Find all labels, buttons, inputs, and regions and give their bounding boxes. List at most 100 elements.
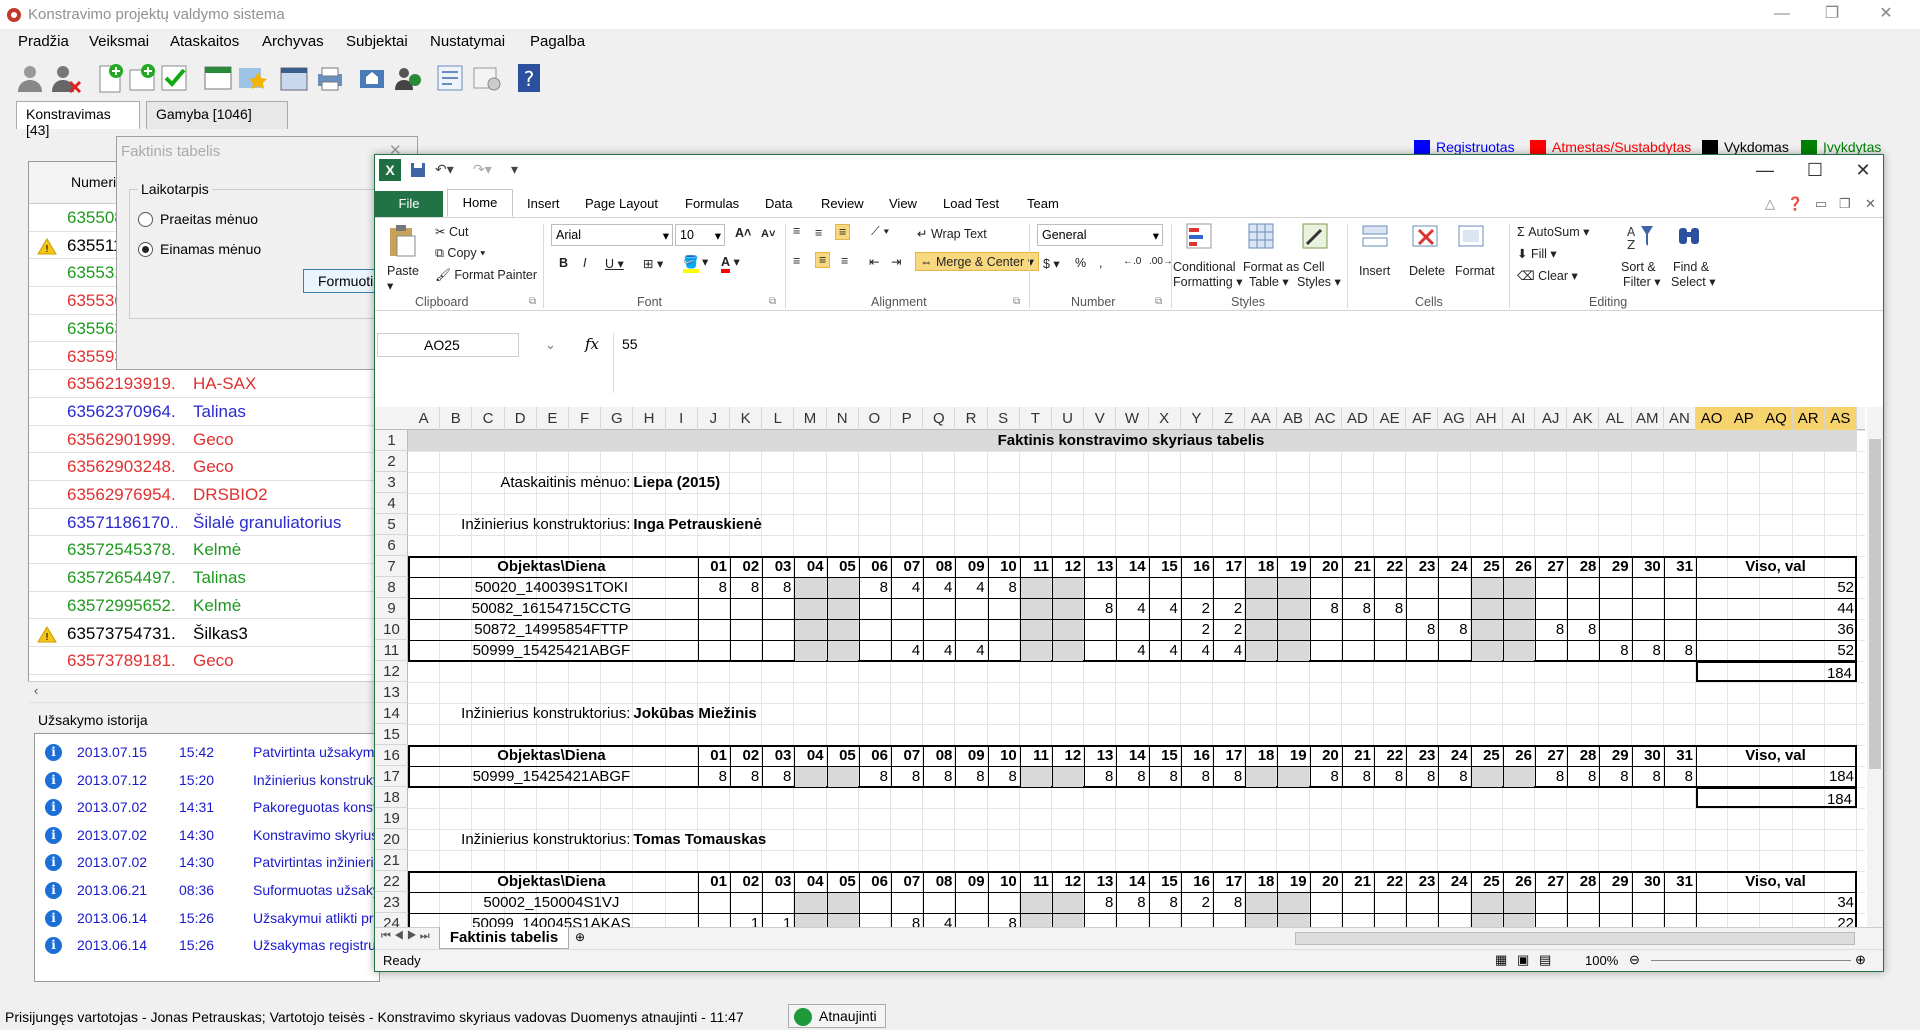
horizontal-scrollbar[interactable] xyxy=(1295,932,1855,945)
paste-dropdown-icon[interactable]: ▾ xyxy=(387,278,393,293)
day-header[interactable]: 01 xyxy=(697,871,730,892)
day-header[interactable]: 22 xyxy=(1374,556,1406,577)
undo-icon[interactable]: ↶▾ xyxy=(435,161,454,179)
hours-cell[interactable]: 8 xyxy=(1599,766,1631,787)
radio-praeitas-menuo[interactable]: Praeitas mėnuo xyxy=(138,210,358,230)
hours-cell[interactable]: 8 xyxy=(762,577,794,598)
name-box[interactable]: AO25 xyxy=(377,333,519,357)
day-header[interactable]: 10 xyxy=(987,556,1020,577)
day-header[interactable]: 16 xyxy=(1180,871,1213,892)
hours-cell[interactable]: 2 xyxy=(1181,619,1213,640)
day-header[interactable]: 05 xyxy=(826,871,859,892)
save-icon[interactable] xyxy=(409,161,427,179)
day-header[interactable]: 23 xyxy=(1406,745,1438,766)
day-header[interactable]: 07 xyxy=(891,871,923,892)
column-header[interactable]: I xyxy=(666,407,698,430)
day-header[interactable]: 19 xyxy=(1277,556,1309,577)
hours-cell[interactable]: 4 xyxy=(923,640,955,661)
column-header[interactable]: P xyxy=(891,407,924,430)
align-center-icon[interactable]: ≡ xyxy=(815,252,831,268)
day-header[interactable]: 15 xyxy=(1148,871,1181,892)
day-header[interactable]: 01 xyxy=(697,745,730,766)
hours-cell[interactable]: 8 xyxy=(1310,598,1342,619)
day-header[interactable]: 03 xyxy=(762,745,794,766)
hours-cell[interactable]: 8 xyxy=(1213,766,1245,787)
day-header[interactable]: 31 xyxy=(1663,871,1696,892)
insert-cells-icon[interactable] xyxy=(1361,222,1391,252)
orientation-icon[interactable]: ⟋ ▾ xyxy=(871,224,889,239)
order-row[interactable]: 63562370964... Talinas xyxy=(29,398,379,426)
ribbon-tab-insert[interactable]: Insert xyxy=(527,196,560,211)
day-header[interactable]: 25 xyxy=(1470,745,1503,766)
history-row[interactable]: i 2013.06.14 15:26 Užsakymas registruo xyxy=(35,931,379,959)
day-header[interactable]: 14 xyxy=(1116,745,1148,766)
orders-hscroll[interactable]: ‹ xyxy=(28,681,380,701)
day-header[interactable]: 21 xyxy=(1341,556,1374,577)
column-header[interactable]: H xyxy=(633,407,666,430)
sort-filter-icon[interactable]: AZ xyxy=(1625,222,1655,252)
column-header[interactable]: AD xyxy=(1342,407,1374,430)
hours-cell[interactable]: 8 xyxy=(1213,892,1245,913)
ribbon-tab-load-test[interactable]: Load Test xyxy=(943,196,999,211)
bold-icon[interactable]: B xyxy=(559,256,568,270)
row-header[interactable]: 20 xyxy=(375,829,408,850)
decrease-indent-icon[interactable]: ⇤ xyxy=(869,254,879,269)
sheet-tab-faktinis[interactable]: Faktinis tabelis xyxy=(439,927,569,949)
column-header[interactable]: L xyxy=(762,407,795,430)
refresh-button[interactable]: Atnaujinti xyxy=(788,1004,886,1028)
day-header[interactable]: 07 xyxy=(891,556,923,577)
decrease-decimal-icon[interactable]: .00→ xyxy=(1149,256,1173,267)
engineer-label[interactable]: Inžinierius konstruktorius: xyxy=(408,829,633,850)
table-header-total[interactable]: Viso, val xyxy=(1696,745,1857,766)
view-page-break-icon[interactable]: ▤ xyxy=(1539,952,1551,968)
row-header[interactable]: 9 xyxy=(375,598,408,619)
cell-area[interactable]: Faktinis konstravimo skyriaus tabelis Ata… xyxy=(408,430,1865,927)
grow-font-icon[interactable]: A˄ xyxy=(735,226,751,240)
formula-cancel-icon[interactable]: ⌄ xyxy=(545,337,556,353)
day-header[interactable]: 30 xyxy=(1631,871,1664,892)
column-header[interactable]: M xyxy=(794,407,827,430)
menu-pradzia[interactable]: Pradžia xyxy=(18,33,69,50)
font-launcher-icon[interactable]: ⧉ xyxy=(769,296,776,307)
order-row[interactable]: 63572654497... Talinas xyxy=(29,564,379,592)
zoom-level[interactable]: 100% xyxy=(1585,953,1618,968)
favorite-icon[interactable] xyxy=(236,62,268,94)
minimize-icon[interactable]: — xyxy=(1772,4,1792,24)
day-header[interactable]: 16 xyxy=(1180,556,1213,577)
column-header[interactable]: Q xyxy=(923,407,956,430)
ribbon-tab-data[interactable]: Data xyxy=(765,196,792,211)
menu-ataskaitos[interactable]: Ataskaitos xyxy=(170,33,239,50)
column-header[interactable]: Z xyxy=(1213,407,1246,430)
day-header[interactable]: 26 xyxy=(1502,871,1535,892)
day-header[interactable]: 07 xyxy=(891,745,923,766)
doc-restore-icon[interactable]: ❐ xyxy=(1839,196,1851,212)
zoom-in-icon[interactable]: ⊕ xyxy=(1855,952,1866,968)
row-header[interactable]: 11 xyxy=(375,640,408,661)
conditional-formatting-button[interactable]: Conditional xyxy=(1173,260,1236,274)
hours-cell[interactable]: 8 xyxy=(891,766,923,787)
day-header[interactable]: 31 xyxy=(1663,745,1696,766)
hours-cell[interactable]: 4 xyxy=(923,913,955,927)
column-header[interactable]: AR xyxy=(1792,407,1825,430)
row-header[interactable]: 7 xyxy=(375,556,408,577)
order-row[interactable]: 63572545378... Kelmė xyxy=(29,536,379,565)
alignment-launcher-icon[interactable]: ⧉ xyxy=(1013,296,1020,307)
history-row[interactable]: i 2013.07.02 14:30 Konstravimo skyrius p xyxy=(35,821,379,849)
day-header[interactable]: 13 xyxy=(1084,556,1116,577)
currency-icon[interactable]: $ ▾ xyxy=(1043,256,1060,271)
column-header[interactable]: AB xyxy=(1277,407,1310,430)
doc-close-icon[interactable]: ✕ xyxy=(1865,196,1876,212)
menu-nustatymai[interactable]: Nustatymai xyxy=(430,33,505,50)
align-right-icon[interactable]: ≡ xyxy=(841,254,848,268)
ribbon-tab-page-layout[interactable]: Page Layout xyxy=(585,196,658,211)
column-header[interactable]: AF xyxy=(1406,407,1439,430)
column-header[interactable]: A xyxy=(1857,407,1865,430)
excel-minimize-icon[interactable]: — xyxy=(1745,157,1785,183)
day-header[interactable]: 25 xyxy=(1470,871,1503,892)
hours-cell[interactable]: 8 xyxy=(1149,892,1181,913)
vertical-scrollbar[interactable] xyxy=(1867,407,1883,927)
day-header[interactable]: 18 xyxy=(1245,745,1277,766)
day-header[interactable]: 08 xyxy=(923,745,955,766)
hours-cell[interactable]: 2 xyxy=(1213,598,1245,619)
find-select-button[interactable]: Find & xyxy=(1673,260,1709,274)
